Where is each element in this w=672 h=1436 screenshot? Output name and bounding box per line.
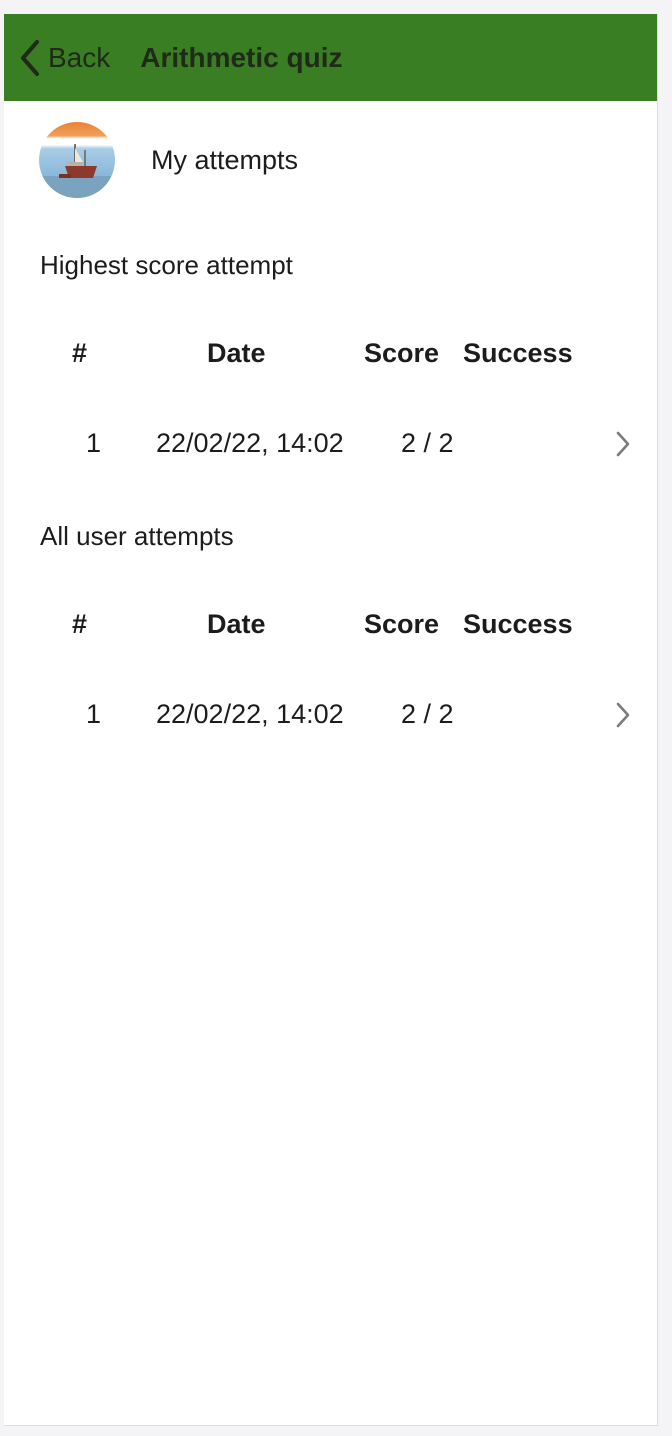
all-attempts-table: # Date Score Success 1 22/02/22, 14:02 2… [4, 609, 657, 759]
column-header-number: # [72, 609, 88, 639]
column-header-number: # [72, 338, 88, 368]
profile-row: My attempts [39, 122, 298, 198]
attempt-date: 22/02/22, 14:02 [156, 699, 344, 729]
attempt-number: 1 [86, 428, 102, 458]
highest-score-title: Highest score attempt [40, 250, 293, 280]
column-header-success: Success [463, 338, 573, 368]
avatar [39, 122, 115, 198]
top-bar: Back Arithmetic quiz [4, 14, 657, 101]
chevron-right-icon [616, 431, 630, 457]
chevron-right-icon [616, 702, 630, 728]
table-header: # Date Score Success [4, 338, 657, 398]
my-attempts-label: My attempts [151, 144, 299, 175]
attempt-date: 22/02/22, 14:02 [156, 428, 344, 458]
table-header: # Date Score Success [4, 609, 657, 669]
attempt-score: 2 / 2 [401, 428, 454, 458]
page-title: Arithmetic quiz [140, 41, 343, 73]
table-row[interactable]: 1 22/02/22, 14:02 2 / 2 [4, 428, 657, 488]
highest-score-table: # Date Score Success 1 22/02/22, 14:02 2… [4, 338, 657, 488]
ship-photo-icon [39, 122, 115, 198]
table-row[interactable]: 1 22/02/22, 14:02 2 / 2 [4, 699, 657, 759]
column-header-score: Score [364, 338, 440, 368]
column-header-date: Date [207, 609, 266, 639]
app-frame: Back Arithmetic quiz My attempts Highest… [4, 14, 658, 1426]
back-label: Back [48, 41, 111, 73]
back-button[interactable]: Back [18, 38, 110, 78]
chevron-left-icon [21, 39, 39, 76]
attempt-score: 2 / 2 [401, 699, 454, 729]
column-header-success: Success [463, 609, 573, 639]
all-attempts-title: All user attempts [40, 521, 234, 551]
column-header-date: Date [207, 338, 266, 368]
column-header-score: Score [364, 609, 440, 639]
attempt-number: 1 [86, 699, 102, 729]
